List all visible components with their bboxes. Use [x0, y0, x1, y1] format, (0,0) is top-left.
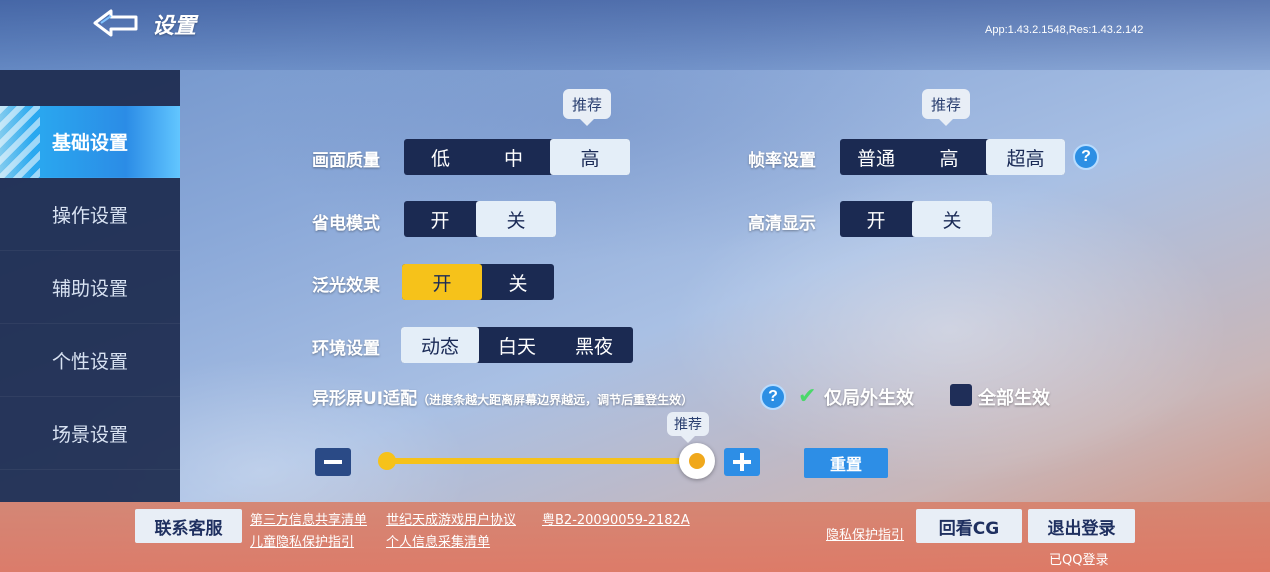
sidebar-item-label: 操作设置: [51, 205, 128, 227]
sidebar-item-basic[interactable]: 基础设置: [0, 106, 180, 178]
framerate-label: 帧率设置: [748, 151, 816, 171]
slider-handle[interactable]: [679, 443, 715, 479]
quality-option-low[interactable]: 低: [404, 139, 477, 175]
bloom-off[interactable]: 关: [482, 264, 554, 300]
hd-display-segment: 开 关: [840, 201, 992, 237]
framerate-option-ultra[interactable]: 超高: [986, 139, 1065, 175]
contact-support-button[interactable]: 联系客服: [135, 509, 242, 543]
power-saving-off[interactable]: 关: [476, 201, 556, 237]
recommend-tooltip: 推荐: [922, 89, 971, 126]
framerate-segment: 普通 高 超高: [840, 139, 1065, 175]
sidebar-item-personal[interactable]: 个性设置: [0, 325, 180, 397]
version-info: App:1.43.2.1548,Res:1.43.2.142: [985, 24, 1144, 36]
recommend-tooltip: 推荐: [667, 412, 709, 443]
quality-segment: 低 中 高: [404, 139, 630, 175]
hd-display-off[interactable]: 关: [912, 201, 992, 237]
personal-info-link[interactable]: 个人信息采集清单: [386, 531, 490, 550]
user-agreement-link[interactable]: 世纪天成游戏用户协议: [386, 509, 516, 528]
framerate-option-high[interactable]: 高: [912, 139, 986, 175]
check-icon[interactable]: ✔: [798, 384, 816, 409]
minus-button[interactable]: [315, 448, 351, 476]
screen-adapt-label: 异形屏UI适配（进度条越大距离屏幕边界越远，调节后重登生效）: [312, 384, 693, 409]
sidebar-item-scene[interactable]: 场景设置: [0, 398, 180, 470]
power-saving-label: 省电模式: [312, 214, 380, 234]
power-saving-on[interactable]: 开: [404, 201, 476, 237]
quality-option-high[interactable]: 高: [550, 139, 630, 175]
power-saving-segment: 开 关: [404, 201, 556, 237]
environment-day[interactable]: 白天: [479, 327, 555, 363]
login-status: 已QQ登录: [1049, 553, 1109, 568]
privacy-link[interactable]: 隐私保护指引: [826, 524, 904, 543]
child-privacy-link[interactable]: 儿童隐私保护指引: [250, 531, 354, 550]
environment-label: 环境设置: [312, 339, 380, 359]
sidebar-item-label: 场景设置: [51, 424, 128, 446]
sidebar-item-label: 辅助设置: [51, 278, 128, 300]
third-party-link[interactable]: 第三方信息共享清单: [250, 509, 367, 528]
quality-label: 画面质量: [312, 151, 380, 171]
apply-all-option[interactable]: 全部生效: [978, 384, 1050, 410]
environment-night[interactable]: 黑夜: [555, 327, 633, 363]
hd-display-on[interactable]: 开: [840, 201, 912, 237]
background: [0, 0, 1270, 572]
screen-adapt-title: 异形屏UI适配: [312, 389, 418, 409]
apply-all-checkbox[interactable]: [950, 384, 972, 406]
framerate-option-normal[interactable]: 普通: [840, 139, 912, 175]
plus-button[interactable]: [724, 448, 760, 476]
help-icon[interactable]: ?: [1073, 144, 1099, 170]
sidebar: 基础设置 操作设置 辅助设置 个性设置 场景设置: [0, 70, 180, 502]
sidebar-item-label: 个性设置: [51, 351, 128, 373]
hd-display-label: 高清显示: [748, 214, 816, 234]
ingame-only-option[interactable]: 仅局外生效: [824, 384, 914, 410]
license-link[interactable]: 粤B2-20090059-2182A: [542, 509, 690, 528]
back-arrow-icon[interactable]: [92, 8, 140, 38]
sidebar-item-controls[interactable]: 操作设置: [0, 179, 180, 251]
bloom-label: 泛光效果: [312, 276, 380, 296]
replay-cg-button[interactable]: 回看CG: [916, 509, 1022, 543]
sidebar-item-label: 基础设置: [51, 132, 128, 154]
screen-adapt-note: （进度条越大距离屏幕边界越远，调节后重登生效）: [417, 393, 694, 407]
sidebar-item-assist[interactable]: 辅助设置: [0, 252, 180, 324]
help-icon[interactable]: ?: [760, 384, 786, 410]
logout-button[interactable]: 退出登录: [1028, 509, 1135, 543]
environment-segment: 动态 白天 黑夜: [401, 327, 633, 363]
bloom-on[interactable]: 开: [402, 264, 482, 300]
quality-option-medium[interactable]: 中: [477, 139, 550, 175]
slider-track[interactable]: [386, 458, 698, 464]
page-title: 设置: [152, 14, 197, 39]
bloom-segment: 开 关: [402, 264, 554, 300]
environment-dynamic[interactable]: 动态: [401, 327, 479, 363]
recommend-tooltip: 推荐: [563, 89, 612, 126]
reset-button[interactable]: 重置: [804, 448, 888, 478]
